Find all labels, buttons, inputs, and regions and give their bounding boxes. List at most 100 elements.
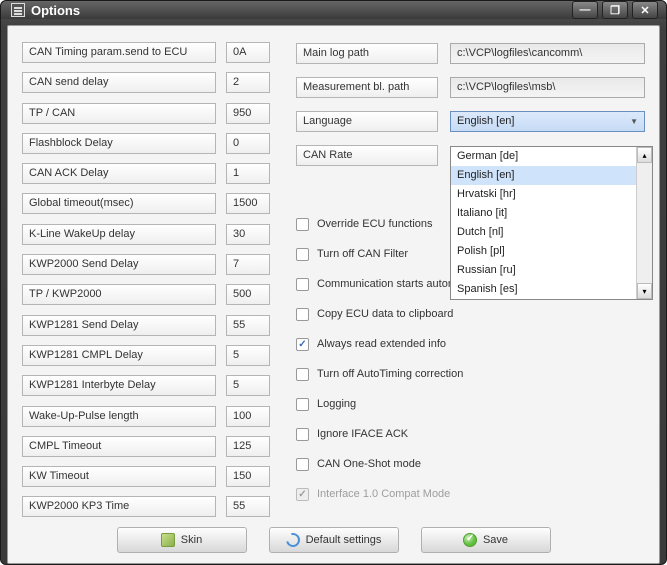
language-option[interactable]: Spanish [es] — [451, 280, 636, 299]
checkbox-label: Interface 1.0 Compat Mode — [317, 488, 450, 500]
skin-icon — [161, 533, 175, 547]
save-button[interactable]: Save — [421, 527, 551, 553]
param-value-input[interactable]: 0 — [226, 133, 270, 154]
checkbox[interactable] — [296, 308, 309, 321]
param-value-input[interactable]: 1 — [226, 163, 270, 184]
language-option[interactable]: German [de] — [451, 147, 636, 166]
checkbox-label: Always read extended info — [317, 338, 446, 350]
param-row: CAN ACK Delay 1 — [22, 163, 270, 184]
content-area: CAN Timing param.send to ECU 0A CAN send d… — [7, 25, 660, 564]
param-value-input[interactable]: 5 — [226, 375, 270, 396]
checkbox-row: Ignore IFACE ACK — [296, 424, 645, 444]
param-row: KWP2000 Send Delay 7 — [22, 254, 270, 275]
param-row: CAN Timing param.send to ECU 0A — [22, 42, 270, 63]
param-row: TP / CAN 950 — [22, 103, 270, 124]
language-option[interactable]: Russian [ru] — [451, 261, 636, 280]
param-label: KWP2000 Send Delay — [22, 254, 216, 275]
param-row: KWP1281 Send Delay55 — [22, 315, 270, 336]
close-button[interactable]: ✕ — [632, 1, 658, 19]
window-title: Options — [31, 3, 572, 18]
language-selected-value: English [en] — [457, 112, 514, 131]
language-option[interactable]: Italiano [it] — [451, 204, 636, 223]
param-value-input[interactable]: 1500 — [226, 193, 270, 214]
main-log-path-input[interactable]: c:\VCP\logfiles\cancomm\ — [450, 43, 645, 64]
checkbox[interactable] — [296, 458, 309, 471]
param-value-input[interactable]: 30 — [226, 224, 270, 245]
skin-button-label: Skin — [181, 534, 202, 546]
titlebar[interactable]: Options — ❐ ✕ — [1, 1, 666, 19]
param-label: TP / CAN — [22, 103, 216, 124]
default-settings-button[interactable]: Default settings — [269, 527, 399, 553]
language-option[interactable]: English [en] — [451, 166, 636, 185]
checkbox[interactable] — [296, 218, 309, 231]
can-rate-label: CAN Rate — [296, 145, 438, 166]
param-label: CAN Timing param.send to ECU — [22, 42, 216, 63]
checkbox[interactable] — [296, 248, 309, 261]
checkbox[interactable]: ✓ — [296, 338, 309, 351]
checkbox[interactable] — [296, 368, 309, 381]
param-label: Flashblock Delay — [22, 133, 216, 154]
checkbox-row: CAN One-Shot mode — [296, 454, 645, 474]
maximize-button[interactable]: ❐ — [602, 1, 628, 19]
checkbox-label: CAN One-Shot mode — [317, 458, 421, 470]
param-row: CMPL Timeout125 — [22, 436, 270, 457]
param-value-input[interactable]: 55 — [226, 496, 270, 517]
param-value-input[interactable]: 0A — [226, 42, 270, 63]
scroll-down-icon[interactable]: ▾ — [637, 283, 652, 299]
checkbox-label: Logging — [317, 398, 356, 410]
checkbox: ✓ — [296, 488, 309, 501]
checkbox[interactable] — [296, 428, 309, 441]
param-value-input[interactable]: 55 — [226, 315, 270, 336]
checkbox-row: Copy ECU data to clipboard — [296, 304, 645, 324]
param-label: KWP1281 Interbyte Delay — [22, 375, 216, 396]
param-label: CAN send delay — [22, 72, 216, 93]
default-settings-label: Default settings — [306, 534, 382, 546]
param-value-input[interactable]: 950 — [226, 103, 270, 124]
system-menu-icon[interactable] — [11, 3, 25, 17]
param-row: CAN send delay 2 — [22, 72, 270, 93]
param-value-input[interactable]: 5 — [226, 345, 270, 366]
checkbox[interactable] — [296, 278, 309, 291]
param-value-input[interactable]: 7 — [226, 254, 270, 275]
checkbox[interactable] — [296, 398, 309, 411]
param-label: KWP1281 CMPL Delay — [22, 345, 216, 366]
param-row: KW Timeout 150 — [22, 466, 270, 487]
checkbox-row: Turn off AutoTiming correction — [296, 364, 645, 384]
param-value-input[interactable]: 500 — [226, 284, 270, 305]
param-row: Flashblock Delay 0 — [22, 133, 270, 154]
checkbox-label: Copy ECU data to clipboard — [317, 308, 453, 320]
language-label: Language — [296, 111, 438, 132]
dropdown-scrollbar[interactable]: ▴ ▾ — [636, 147, 652, 299]
param-row: KWP1281 Interbyte Delay 5 — [22, 375, 270, 396]
param-label: CAN ACK Delay — [22, 163, 216, 184]
save-icon — [463, 533, 477, 547]
param-row: TP / KWP2000500 — [22, 284, 270, 305]
language-dropdown-list[interactable]: German [de]English [en]Hrvatski [hr]Ital… — [450, 146, 653, 300]
param-label: Wake-Up-Pulse length — [22, 406, 216, 427]
measurement-path-input[interactable]: c:\VCP\logfiles\msb\ — [450, 77, 645, 98]
param-row: KWP1281 CMPL Delay 5 — [22, 345, 270, 366]
skin-button[interactable]: Skin — [117, 527, 247, 553]
language-option[interactable]: Hrvatski [hr] — [451, 185, 636, 204]
param-label: Global timeout(msec) — [22, 193, 216, 214]
checkbox-label: Ignore IFACE ACK — [317, 428, 408, 440]
param-value-input[interactable]: 150 — [226, 466, 270, 487]
param-row: K-Line WakeUp delay30 — [22, 224, 270, 245]
language-option[interactable]: Polish [pl] — [451, 242, 636, 261]
checkbox-row: ✓ Interface 1.0 Compat Mode — [296, 484, 645, 504]
checkbox-row: ✓ Always read extended info — [296, 334, 645, 354]
param-row: KWP2000 KP3 Time 55 — [22, 496, 270, 517]
minimize-button[interactable]: — — [572, 1, 598, 19]
param-value-input[interactable]: 100 — [226, 406, 270, 427]
language-option[interactable]: Dutch [nl] — [451, 223, 636, 242]
language-select[interactable]: English [en] ▼ — [450, 111, 645, 132]
param-label: KW Timeout — [22, 466, 216, 487]
main-log-path-label: Main log path — [296, 43, 438, 64]
param-value-input[interactable]: 125 — [226, 436, 270, 457]
scroll-up-icon[interactable]: ▴ — [637, 147, 652, 163]
settings-column: Main log path c:\VCP\logfiles\cancomm\ M… — [296, 42, 645, 517]
param-row: Wake-Up-Pulse length 100 — [22, 406, 270, 427]
param-label: KWP2000 KP3 Time — [22, 496, 216, 517]
measurement-path-label: Measurement bl. path — [296, 77, 438, 98]
param-value-input[interactable]: 2 — [226, 72, 270, 93]
